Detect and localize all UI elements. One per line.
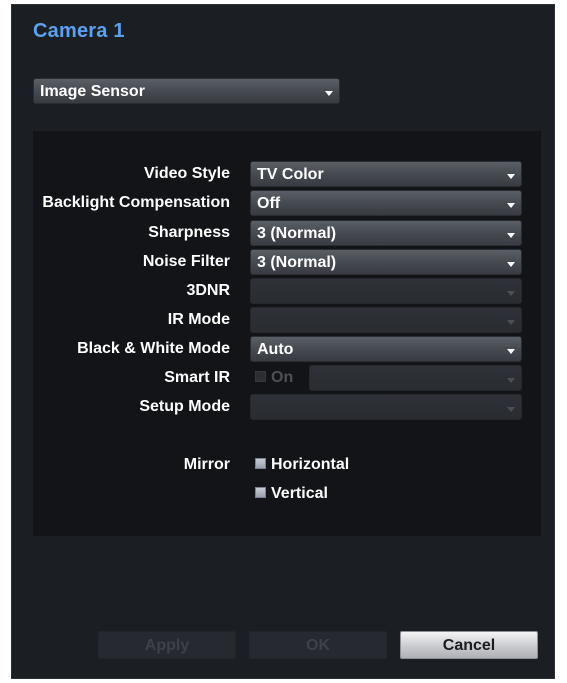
chevron-down-icon (507, 349, 515, 354)
mirror-horizontal-checkbox-box[interactable] (255, 457, 266, 469)
chevron-down-icon (507, 291, 515, 296)
bw-mode-value: Auto (257, 341, 294, 358)
sharpness-value: 3 (Normal) (257, 225, 337, 242)
chevron-down-icon (507, 320, 515, 325)
mirror-vertical-label: Vertical (271, 485, 328, 502)
noise-filter-select[interactable]: 3 (Normal) (250, 249, 522, 275)
chevron-down-icon (507, 378, 515, 383)
mirror-vertical-checkbox-box[interactable] (255, 486, 266, 498)
chevron-down-icon (325, 91, 333, 96)
cancel-button[interactable]: Cancel (400, 631, 538, 659)
apply-button[interactable]: Apply (98, 631, 236, 659)
chevron-down-icon (507, 262, 515, 267)
3dnr-select[interactable] (250, 278, 522, 304)
video-style-label: Video Style (144, 165, 230, 182)
video-style-value: TV Color (257, 166, 324, 183)
noise-filter-label: Noise Filter (142, 253, 230, 270)
backlight-compensation-value: Off (257, 195, 281, 212)
setup-mode-label: Setup Mode (139, 398, 230, 415)
backlight-compensation-label: Backlight Compensation (42, 194, 230, 211)
chevron-down-icon (507, 174, 515, 179)
section-select[interactable]: Image Sensor (33, 78, 340, 104)
ir-mode-select[interactable] (250, 307, 522, 333)
mirror-label: Mirror (183, 456, 230, 473)
sharpness-label: Sharpness (148, 224, 230, 241)
bw-mode-label: Black & White Mode (77, 340, 230, 357)
smart-ir-checkbox-label: On (271, 369, 294, 386)
window-title: Camera 1 (33, 20, 125, 42)
chevron-down-icon (507, 203, 515, 208)
chevron-down-icon (507, 407, 515, 412)
mirror-vertical-checkbox[interactable]: Vertical (255, 481, 328, 507)
3dnr-label: 3DNR (186, 282, 230, 299)
setup-mode-select[interactable] (250, 394, 522, 420)
noise-filter-value: 3 (Normal) (257, 254, 337, 271)
smart-ir-checkbox-box[interactable] (255, 370, 266, 382)
smart-ir-checkbox[interactable]: On (255, 365, 293, 391)
section-select-value: Image Sensor (40, 83, 145, 100)
smart-ir-label: Smart IR (164, 369, 230, 386)
video-style-select[interactable]: TV Color (250, 161, 522, 187)
mirror-horizontal-label: Horizontal (271, 456, 350, 473)
smart-ir-select[interactable] (309, 365, 522, 391)
bw-mode-select[interactable]: Auto (250, 336, 522, 362)
ok-button[interactable]: OK (249, 631, 387, 659)
ir-mode-label: IR Mode (167, 311, 230, 328)
sharpness-select[interactable]: 3 (Normal) (250, 220, 522, 246)
mirror-horizontal-checkbox[interactable]: Horizontal (255, 452, 349, 478)
backlight-compensation-select[interactable]: Off (250, 190, 522, 216)
chevron-down-icon (507, 233, 515, 238)
